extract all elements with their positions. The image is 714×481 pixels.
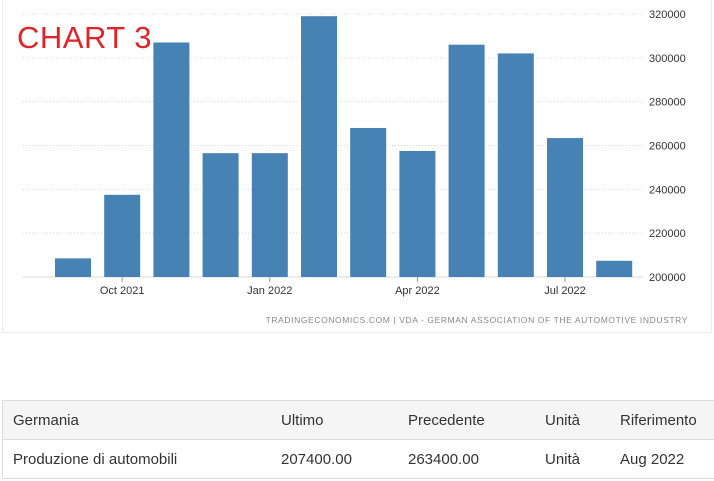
source-credit: TRADINGECONOMICS.COM | VDA - GERMAN ASSO… (266, 315, 688, 325)
bar[interactable] (448, 44, 485, 277)
cell-indicator[interactable]: Produzione di automobili (2, 439, 271, 479)
header-last: Ultimo (271, 400, 398, 440)
cell-unit: Unità (535, 439, 610, 479)
y-tick-label: 300000 (649, 53, 686, 65)
data-table: Germania Ultimo Precedente Unità Riferim… (2, 400, 714, 479)
x-tick-label: Jan 2022 (247, 285, 292, 297)
bar[interactable] (301, 16, 337, 278)
x-tick-label: Oct 2021 (100, 285, 145, 297)
y-tick-label: 200000 (649, 272, 686, 284)
bar[interactable] (202, 153, 239, 277)
y-tick-label: 280000 (649, 97, 686, 109)
header-country: Germania (2, 400, 271, 440)
y-tick-label: 260000 (649, 141, 686, 153)
table-header-row: Germania Ultimo Precedente Unità Riferim… (2, 400, 714, 440)
y-tick-label: 220000 (649, 228, 686, 240)
header-reference: Riferimento (610, 400, 714, 440)
bar[interactable] (251, 153, 288, 277)
bar[interactable] (596, 260, 633, 277)
table-row[interactable]: Produzione di automobili 207400.00 26340… (2, 439, 714, 479)
x-tick-label: Apr 2022 (395, 285, 440, 297)
source-credit-layer: TRADINGECONOMICS.COM | VDA - GERMAN ASSO… (266, 315, 688, 325)
cell-last: 207400.00 (271, 439, 398, 479)
x-tick-label: Jul 2022 (544, 285, 586, 297)
bar[interactable] (153, 42, 190, 277)
cell-previous: 263400.00 (398, 439, 535, 479)
bar[interactable] (104, 194, 141, 277)
bar[interactable] (350, 127, 387, 277)
chart-panel: 200000 220000 240000 260000 280000 300000 3200… (2, 0, 712, 333)
y-tick-label: 320000 (649, 9, 686, 21)
cell-reference: Aug 2022 (610, 439, 714, 479)
chart-label: CHART 3 (17, 20, 153, 55)
bar[interactable] (55, 258, 91, 277)
header-unit: Unità (535, 400, 610, 440)
bar[interactable] (547, 138, 583, 277)
bar[interactable] (399, 150, 436, 277)
header-previous: Precedente (398, 400, 535, 440)
bar[interactable] (497, 53, 534, 278)
y-tick-label: 240000 (649, 184, 686, 196)
